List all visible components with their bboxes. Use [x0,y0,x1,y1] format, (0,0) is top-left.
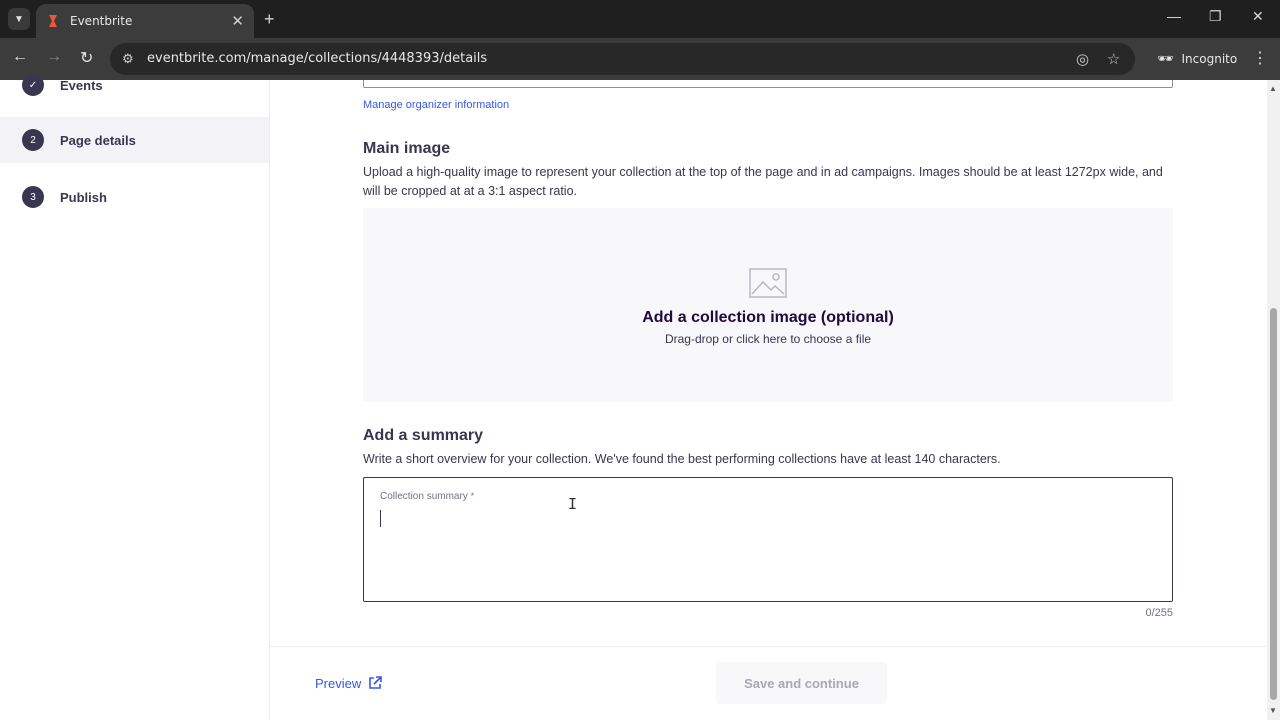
collection-summary-textarea[interactable]: Collection summary * [363,477,1173,602]
step-number: 3 [22,186,44,208]
close-icon[interactable]: ✕ [231,14,244,29]
bookmark-star-icon[interactable]: ☆ [1107,50,1120,68]
eventbrite-favicon-icon [49,15,57,27]
footer-divider [270,646,1267,647]
save-and-continue-button[interactable]: Save and continue [716,662,887,704]
new-tab-icon[interactable]: + [264,8,275,30]
window-close-icon[interactable]: ✕ [1252,8,1264,25]
restore-icon[interactable]: ❐ [1209,8,1222,25]
incognito-label: Incognito [1181,52,1238,66]
step-events[interactable]: ✓ Events [0,62,269,108]
check-icon: ✓ [22,74,44,96]
character-counter: 0/255 [1145,607,1173,619]
textarea-label: Collection summary * [380,491,474,502]
more-menu-icon[interactable]: ⋮ [1252,48,1268,68]
preview-link[interactable]: Preview [315,675,383,691]
page-scrollbar[interactable]: ▲ ▼ [1267,80,1280,720]
text-cursor-icon: I [568,495,578,513]
incognito-indicator[interactable]: 🕶 Incognito [1147,43,1247,75]
dropzone-title: Add a collection image (optional) [642,309,894,326]
tab-search-button[interactable]: ▼ [8,8,30,30]
minimize-icon[interactable]: — [1167,8,1181,24]
image-dropzone[interactable]: Add a collection image (optional) Drag-d… [363,208,1173,402]
browser-tab-bar: ▼ Eventbrite ✕ + — ❐ ✕ [0,0,1280,38]
eye-off-icon[interactable]: ◎ [1076,50,1089,68]
main-image-description: Upload a high-quality image to represent… [363,165,1163,198]
step-publish[interactable]: 3 Publish [0,174,269,220]
dropzone-subtitle: Drag-drop or click here to choose a file [664,332,872,346]
preview-label: Preview [315,675,362,691]
step-label: Events [60,77,103,93]
main-image-heading: Main image [363,140,451,157]
summary-description: Write a short overview for your collecti… [363,452,1001,466]
steps-sidebar: ✓ Events 2 Page details 3 Publish [0,74,270,720]
image-placeholder-icon [749,268,787,298]
tab-title: Eventbrite [70,14,133,28]
browser-tab[interactable]: Eventbrite ✕ [36,4,254,38]
scroll-down-icon[interactable]: ▼ [1269,706,1277,715]
summary-heading: Add a summary [363,427,484,444]
external-link-icon [369,676,383,689]
text-caret [380,510,381,527]
step-number: 2 [22,129,44,151]
step-label: Publish [60,189,107,205]
incognito-icon: 🕶 [1157,51,1174,67]
scroll-up-icon[interactable]: ▲ [1269,84,1277,93]
step-label: Page details [60,132,136,148]
main-content: Manage organizer information Main image … [270,80,1267,720]
field-label: Collection summary [380,491,468,502]
required-mark: * [470,491,475,501]
scroll-thumb[interactable] [1270,308,1277,700]
manage-organizer-link[interactable]: Manage organizer information [363,99,509,111]
step-page-details[interactable]: 2 Page details [0,117,269,163]
organizer-field[interactable] [363,80,1173,88]
